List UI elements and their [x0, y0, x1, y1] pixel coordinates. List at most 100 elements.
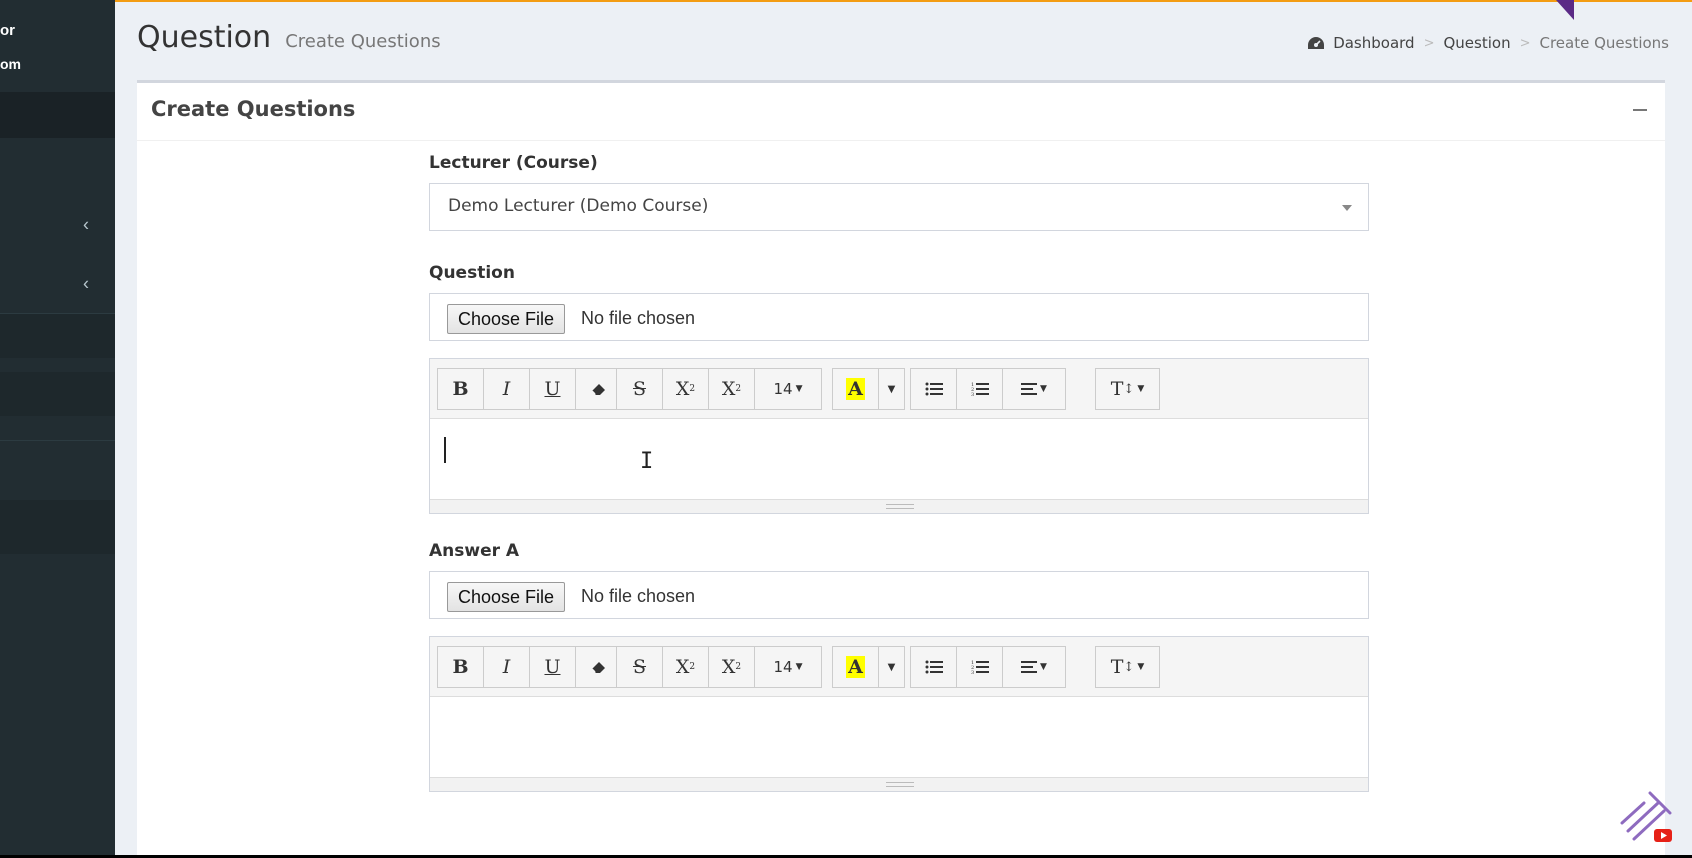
- underline-icon: U: [544, 656, 561, 678]
- breadcrumb-dashboard[interactable]: Dashboard: [1333, 34, 1414, 52]
- answer-a-edit-area[interactable]: [430, 697, 1368, 777]
- breadcrumb-separator: >: [1519, 35, 1531, 51]
- bold-icon: B: [452, 378, 469, 400]
- sidebar-user-panel: or om: [0, 0, 115, 92]
- answer-a-file-status: No file chosen: [581, 586, 696, 606]
- caret-down-icon: [1342, 205, 1352, 211]
- align-left-icon: [1021, 660, 1038, 673]
- caret-down-icon: ▼: [1137, 384, 1145, 394]
- bold-button[interactable]: B: [437, 646, 484, 688]
- font-size-value: 14: [773, 658, 793, 676]
- page-heading: Question Create Questions: [137, 20, 441, 55]
- highlight-icon: A: [846, 378, 865, 400]
- subscript-icon: X: [721, 378, 736, 400]
- minus-icon[interactable]: [1633, 109, 1647, 111]
- italic-icon: I: [502, 378, 511, 400]
- editor-toolbar: B I U S X2 X2 14 ▼ A ▼ 1 2 3 ▼ T ↕ ▼: [430, 359, 1368, 419]
- numbered-list-button[interactable]: 123: [956, 646, 1003, 688]
- toolbar-group-size: 14 ▼: [754, 368, 822, 410]
- italic-button[interactable]: I: [483, 368, 530, 410]
- question-file-status: No file chosen: [581, 308, 696, 328]
- sidebar-item-4[interactable]: [0, 372, 115, 416]
- line-height-dropdown-button[interactable]: T ↕ ▼: [1095, 646, 1160, 688]
- eraser-icon: [590, 662, 605, 673]
- question-file-input: Choose File No file chosen: [429, 293, 1369, 341]
- app-frame: or om ‹ ‹ Question Create Questions Dash…: [0, 0, 1692, 855]
- channel-logo-icon: [1620, 791, 1672, 842]
- subscript-button[interactable]: X2: [708, 368, 755, 410]
- question-choose-file-button[interactable]: Choose File: [447, 304, 566, 334]
- underline-button[interactable]: U: [529, 368, 576, 410]
- numbered-list-button[interactable]: 123: [956, 368, 1003, 410]
- answer-a-editor: B I U S X2 X2 14 ▼ A ▼ 1 2 3 ▼ T ↕ ▼: [429, 636, 1369, 792]
- sidebar-item-5[interactable]: [0, 500, 115, 554]
- toolbar-group-size: 14 ▼: [754, 646, 822, 688]
- highlight-color-button[interactable]: A: [832, 368, 879, 410]
- question-editor: B I U S X2 X2 14 ▼ A ▼ 1 2 3 ▼ T ↕ ▼ I: [429, 358, 1369, 514]
- toolbar-group-paragraph: 123 ▼: [910, 646, 1066, 688]
- toolbar-group-color: A ▼: [832, 646, 905, 688]
- editor-toolbar: B I U S X2 X2 14 ▼ A ▼ 1 2 3 ▼ T ↕ ▼: [430, 637, 1368, 697]
- answer-a-file-input: Choose File No file chosen: [429, 571, 1369, 619]
- box-header: Create Questions: [137, 83, 1665, 141]
- italic-button[interactable]: I: [483, 646, 530, 688]
- font-size-value: 14: [773, 380, 793, 398]
- line-height-dropdown-button[interactable]: T ↕ ▼: [1095, 368, 1160, 410]
- chevron-left-icon: ‹: [83, 273, 89, 294]
- lecturer-selected-value: Demo Lecturer (Demo Course): [448, 196, 709, 216]
- strikethrough-button[interactable]: S: [616, 646, 663, 688]
- strikethrough-button[interactable]: S: [616, 368, 663, 410]
- bold-button[interactable]: B: [437, 368, 484, 410]
- caret-down-icon: ▼: [887, 661, 896, 673]
- answer-a-choose-file-button[interactable]: Choose File: [447, 582, 566, 612]
- page-subtitle: Create Questions: [285, 31, 441, 52]
- caret-down-icon: ▼: [795, 384, 803, 394]
- caret-down-icon: ▼: [887, 383, 896, 395]
- bullet-list-button[interactable]: [910, 646, 957, 688]
- numbered-list-icon: 123: [971, 382, 989, 397]
- sidebar-header-band: [0, 92, 115, 138]
- editor-resize-handle[interactable]: [430, 499, 1368, 513]
- superscript-button[interactable]: X2: [662, 368, 709, 410]
- sidebar-item-1[interactable]: ‹: [0, 196, 115, 254]
- text-height-icon: T: [1110, 378, 1124, 400]
- color-dropdown-button[interactable]: ▼: [878, 368, 905, 410]
- underline-button[interactable]: U: [529, 646, 576, 688]
- superscript-button[interactable]: X2: [662, 646, 709, 688]
- align-dropdown-button[interactable]: ▼: [1002, 646, 1066, 688]
- sidebar-item-2[interactable]: ‹: [0, 255, 115, 313]
- highlight-color-button[interactable]: A: [832, 646, 879, 688]
- text-cursor: [444, 437, 446, 463]
- subscript-icon: X: [721, 656, 736, 678]
- bullet-list-button[interactable]: [910, 368, 957, 410]
- align-left-icon: [1021, 382, 1038, 395]
- caret-down-icon: ▼: [1137, 662, 1145, 672]
- sidebar-item-3[interactable]: [0, 314, 115, 358]
- clear-format-button[interactable]: [575, 368, 622, 410]
- sidebar: or om ‹ ‹: [0, 0, 115, 855]
- toolbar-group-font-style: B I U: [437, 646, 622, 688]
- lecturer-select[interactable]: Demo Lecturer (Demo Course): [429, 183, 1369, 231]
- font-size-dropdown[interactable]: 14 ▼: [754, 368, 822, 410]
- toolbar-group-height: T ↕ ▼: [1095, 368, 1160, 410]
- question-edit-area[interactable]: I: [430, 419, 1368, 499]
- align-dropdown-button[interactable]: ▼: [1002, 368, 1066, 410]
- bullet-list-icon: [925, 660, 943, 674]
- superscript-icon: X: [675, 378, 690, 400]
- breadcrumb-question[interactable]: Question: [1443, 34, 1510, 52]
- editor-resize-handle[interactable]: [430, 777, 1368, 791]
- subscript-button[interactable]: X2: [708, 646, 755, 688]
- color-dropdown-button[interactable]: ▼: [878, 646, 905, 688]
- toolbar-group-color: A ▼: [832, 368, 905, 410]
- caret-down-icon: ▼: [1040, 384, 1047, 394]
- sidebar-divider: [0, 440, 115, 441]
- font-size-dropdown[interactable]: 14 ▼: [754, 646, 822, 688]
- strikethrough-icon: S: [632, 378, 647, 400]
- clear-format-button[interactable]: [575, 646, 622, 688]
- bullet-list-icon: [925, 382, 943, 396]
- grip-icon: [886, 504, 914, 509]
- content-header: Question Create Questions Dashboard > Qu…: [115, 0, 1692, 80]
- toolbar-group-script: S X2 X2: [616, 368, 755, 410]
- eraser-icon: [590, 384, 605, 395]
- user-email: om: [0, 56, 21, 72]
